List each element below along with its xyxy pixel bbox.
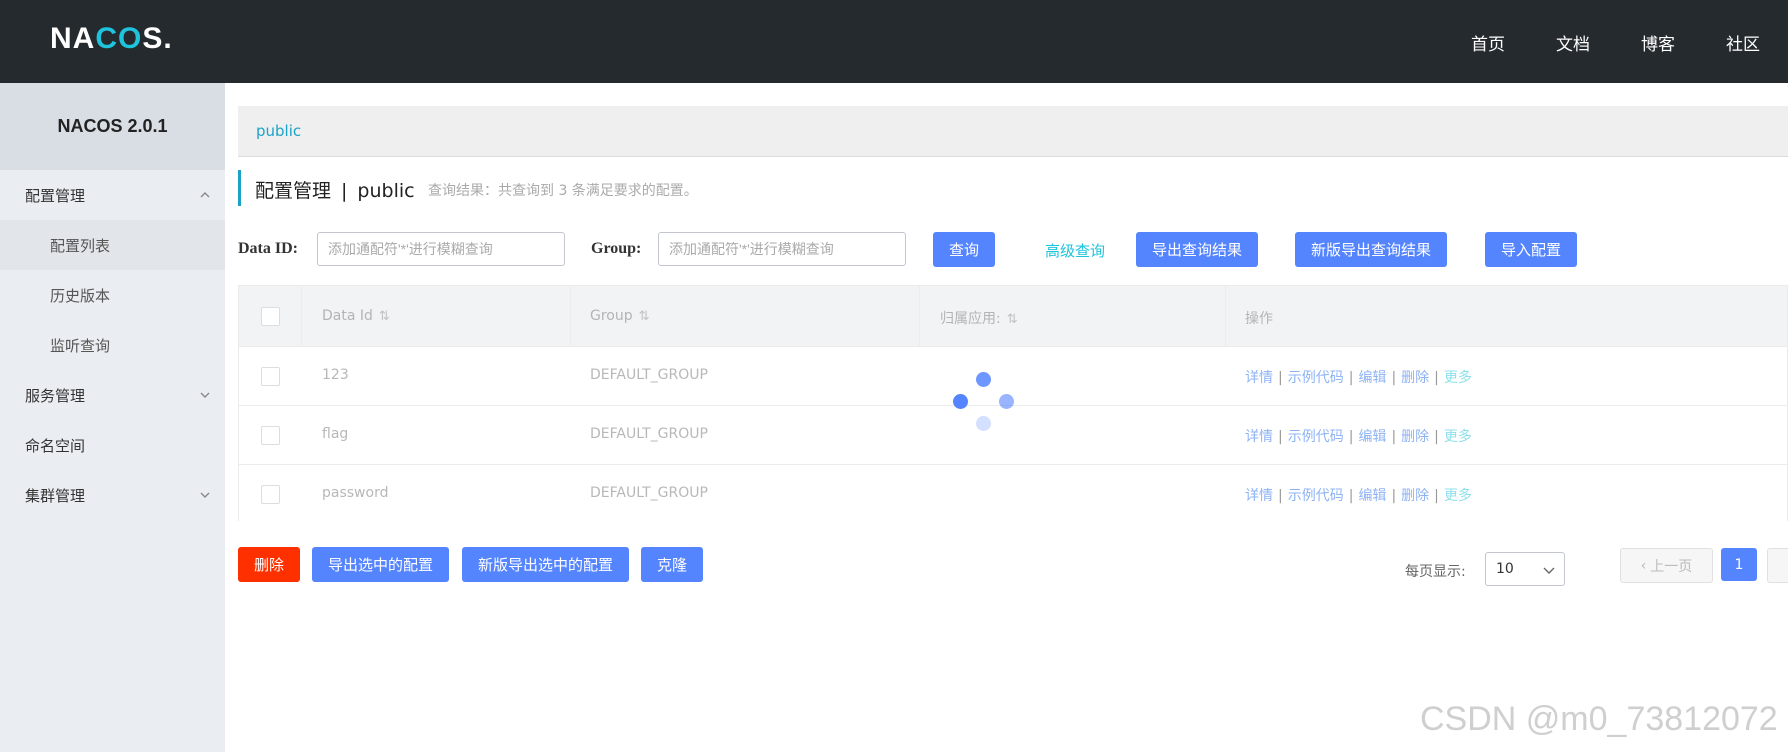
sidebar-item-config-list[interactable]: 配置列表 (0, 220, 225, 270)
sidebar-item-label: 监听查询 (50, 336, 111, 355)
row-operations: 详情 | 示例代码 | 编辑 | 删除 | 更多 (1245, 429, 1472, 445)
sample-code-link[interactable]: 示例代码 (1288, 488, 1344, 504)
sidebar-item-listener-query[interactable]: 监听查询 (0, 320, 225, 370)
sidebar-item-label: 历史版本 (50, 286, 111, 305)
config-table: Data Id ⇅ Group ⇅ 归属应用: ⇅ 操作 123 DEFAULT_GR… (238, 285, 1788, 524)
row-operations: 详情 | 示例代码 | 编辑 | 删除 | 更多 (1245, 488, 1472, 504)
page-size-label: 每页显示: (1405, 564, 1466, 580)
more-link[interactable]: 更多 (1444, 429, 1472, 445)
nav-home[interactable]: 首页 (1471, 30, 1505, 55)
more-link[interactable]: 更多 (1444, 488, 1472, 504)
sample-code-link[interactable]: 示例代码 (1288, 370, 1344, 386)
edit-link[interactable]: 编辑 (1358, 370, 1386, 386)
header-group[interactable]: Group ⇅ (590, 308, 650, 324)
query-button[interactable]: 查询 (933, 232, 995, 267)
row-checkbox[interactable] (261, 426, 280, 445)
delete-link[interactable]: 删除 (1401, 488, 1429, 504)
sidebar-item-namespace[interactable]: 命名空间 (0, 420, 225, 470)
table-header: Data Id ⇅ Group ⇅ 归属应用: ⇅ 操作 (239, 286, 1787, 346)
delete-link[interactable]: 删除 (1401, 429, 1429, 445)
sample-code-link[interactable]: 示例代码 (1288, 429, 1344, 445)
prev-page-button[interactable]: ‹ 上一页 (1620, 548, 1713, 583)
nav-community[interactable]: 社区 (1726, 30, 1760, 55)
sort-icon[interactable]: ⇅ (639, 309, 650, 324)
row-checkbox[interactable] (261, 485, 280, 504)
page-size-value: 10 (1496, 561, 1514, 577)
detail-link[interactable]: 详情 (1245, 370, 1273, 386)
sidebar-title: NACOS 2.0.1 (0, 83, 225, 170)
cell-group: DEFAULT_GROUP (590, 485, 708, 501)
edit-link[interactable]: 编辑 (1358, 429, 1386, 445)
title-separator: | (341, 180, 348, 202)
chevron-up-icon (200, 192, 210, 198)
chevron-down-icon (200, 492, 210, 498)
new-export-selected-button[interactable]: 新版导出选中的配置 (462, 547, 629, 582)
export-selected-button[interactable]: 导出选中的配置 (312, 547, 449, 582)
page-number-button[interactable]: 1 (1721, 548, 1757, 581)
cell-data-id: password (322, 485, 389, 501)
delete-selected-button[interactable]: 删除 (238, 547, 300, 582)
namespace-public-link[interactable]: public (256, 122, 301, 140)
nacos-logo[interactable]: NACOS. (50, 22, 173, 56)
watermark: CSDN @m0_73812072 (1420, 700, 1778, 738)
more-link[interactable]: 更多 (1444, 370, 1472, 386)
row-checkbox[interactable] (261, 367, 280, 386)
row-operations: 详情 | 示例代码 | 编辑 | 删除 | 更多 (1245, 370, 1472, 386)
sidebar-item-history[interactable]: 历史版本 (0, 270, 225, 320)
sidebar-item-service-management[interactable]: 服务管理 (0, 370, 225, 420)
import-config-button[interactable]: 导入配置 (1485, 232, 1577, 267)
nav-docs[interactable]: 文档 (1556, 30, 1590, 55)
header-app[interactable]: 归属应用: ⇅ (940, 308, 1018, 328)
edit-link[interactable]: 编辑 (1358, 488, 1386, 504)
table-row: password DEFAULT_GROUP 详情 | 示例代码 | 编辑 | 删除 | 更多 (239, 464, 1787, 524)
chevron-left-icon: ‹ (1640, 557, 1647, 574)
sidebar: NACOS 2.0.1 配置管理 配置列表 历史版本 监听查询 服务管理 命名空… (0, 83, 225, 752)
detail-link[interactable]: 详情 (1245, 429, 1273, 445)
sort-icon[interactable]: ⇅ (1007, 312, 1018, 327)
top-navbar: NACOS. 首页 文档 博客 社区 (0, 0, 1788, 83)
header-data-id[interactable]: Data Id ⇅ (322, 308, 390, 324)
cell-data-id: flag (322, 426, 349, 442)
group-label: Group: (591, 240, 642, 257)
query-result-text: 查询结果：共查询到 3 条满足要求的配置。 (428, 183, 698, 199)
page-size-select[interactable]: 10 (1485, 552, 1565, 586)
data-id-label: Data ID: (238, 240, 298, 257)
sidebar-item-label: 集群管理 (25, 486, 86, 505)
nav-blog[interactable]: 博客 (1641, 30, 1675, 55)
cell-group: DEFAULT_GROUP (590, 426, 708, 442)
sidebar-item-label: 命名空间 (25, 436, 86, 455)
advanced-query-link[interactable]: 高级查询 (1045, 240, 1105, 261)
header-ops: 操作 (1245, 311, 1273, 327)
chevron-down-icon (1543, 567, 1555, 574)
select-all-checkbox[interactable] (261, 307, 280, 326)
table-row: flag DEFAULT_GROUP 详情 | 示例代码 | 编辑 | 删除 | 更多 (239, 405, 1787, 465)
chevron-down-icon (200, 392, 210, 398)
next-page-button[interactable] (1767, 548, 1788, 583)
page-title-text: 配置管理 (255, 180, 332, 202)
sidebar-item-label: 配置管理 (25, 186, 86, 205)
sidebar-item-label: 配置列表 (50, 236, 111, 255)
page-title: 配置管理 | public (238, 170, 415, 206)
sidebar-item-cluster-management[interactable]: 集群管理 (0, 470, 225, 520)
new-export-results-button[interactable]: 新版导出查询结果 (1295, 232, 1447, 267)
cell-data-id: 123 (322, 367, 349, 383)
clone-button[interactable]: 克隆 (641, 547, 703, 582)
namespace-bar: public (238, 106, 1788, 157)
cell-group: DEFAULT_GROUP (590, 367, 708, 383)
page-title-namespace: public (357, 180, 415, 202)
group-input[interactable] (658, 232, 906, 266)
data-id-input[interactable] (317, 232, 565, 266)
sidebar-item-label: 服务管理 (25, 386, 86, 405)
delete-link[interactable]: 删除 (1401, 370, 1429, 386)
sort-icon[interactable]: ⇅ (379, 309, 390, 324)
detail-link[interactable]: 详情 (1245, 488, 1273, 504)
export-results-button[interactable]: 导出查询结果 (1136, 232, 1258, 267)
sidebar-item-config-management[interactable]: 配置管理 (0, 170, 225, 220)
